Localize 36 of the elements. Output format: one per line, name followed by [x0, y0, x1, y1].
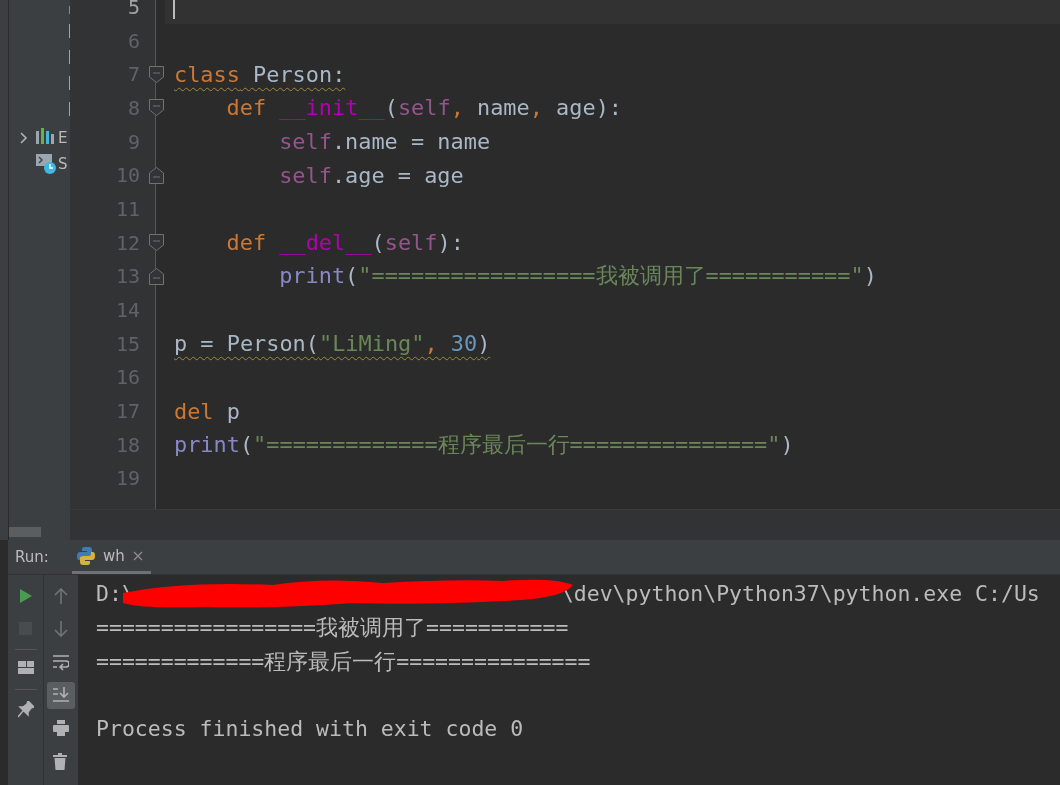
fold-marker-icon[interactable]	[149, 234, 164, 252]
pin-icon	[17, 701, 34, 718]
code-line: self.name = name	[279, 129, 491, 155]
scroll-to-end-button[interactable]	[47, 682, 75, 709]
code-line: class Person:	[174, 61, 346, 87]
console-output: =================我被调用了===========	[96, 614, 569, 643]
run-icon	[17, 588, 34, 605]
close-icon[interactable]	[132, 550, 143, 561]
code-line: del p	[174, 398, 240, 424]
code-line: print("=================我被调用了===========")	[279, 262, 877, 291]
printer-icon	[53, 720, 69, 737]
line-number: 5	[127, 0, 140, 19]
up-arrow-icon	[53, 588, 69, 605]
fold-marker-icon[interactable]	[149, 166, 164, 184]
fold-marker-icon[interactable]	[149, 99, 164, 117]
console-output: =============程序最后一行===============	[96, 647, 591, 676]
scroll-to-end-icon	[53, 687, 69, 704]
panel-title: Run:	[14, 547, 50, 568]
code-line: self.age = age	[279, 162, 464, 188]
tree-item-label[interactable]: S	[58, 155, 68, 173]
fold-marker-icon[interactable]	[149, 267, 164, 285]
soft-wrap-icon	[53, 654, 69, 671]
trash-icon	[53, 753, 69, 770]
console-clock-icon	[36, 154, 56, 174]
console-output: \dev\python\Python37\python.exe C:/Us	[560, 581, 1040, 607]
down-arrow-icon	[53, 621, 69, 638]
console-output: Process finished with exit code 0	[96, 716, 524, 742]
code-line: def __init__(self, name, age):	[226, 95, 622, 121]
code-line: def __del__(self):	[226, 230, 464, 256]
code-line: print("=============程序最后一行===============")	[174, 430, 794, 459]
tree-item-label[interactable]: E	[58, 129, 68, 147]
code-line: p = Person("LiMing", 30)	[174, 331, 491, 357]
python-icon	[77, 545, 95, 566]
scrollbar[interactable]	[9, 527, 41, 537]
fold-marker-icon[interactable]	[149, 65, 164, 83]
chevron-icon[interactable]	[19, 132, 28, 144]
